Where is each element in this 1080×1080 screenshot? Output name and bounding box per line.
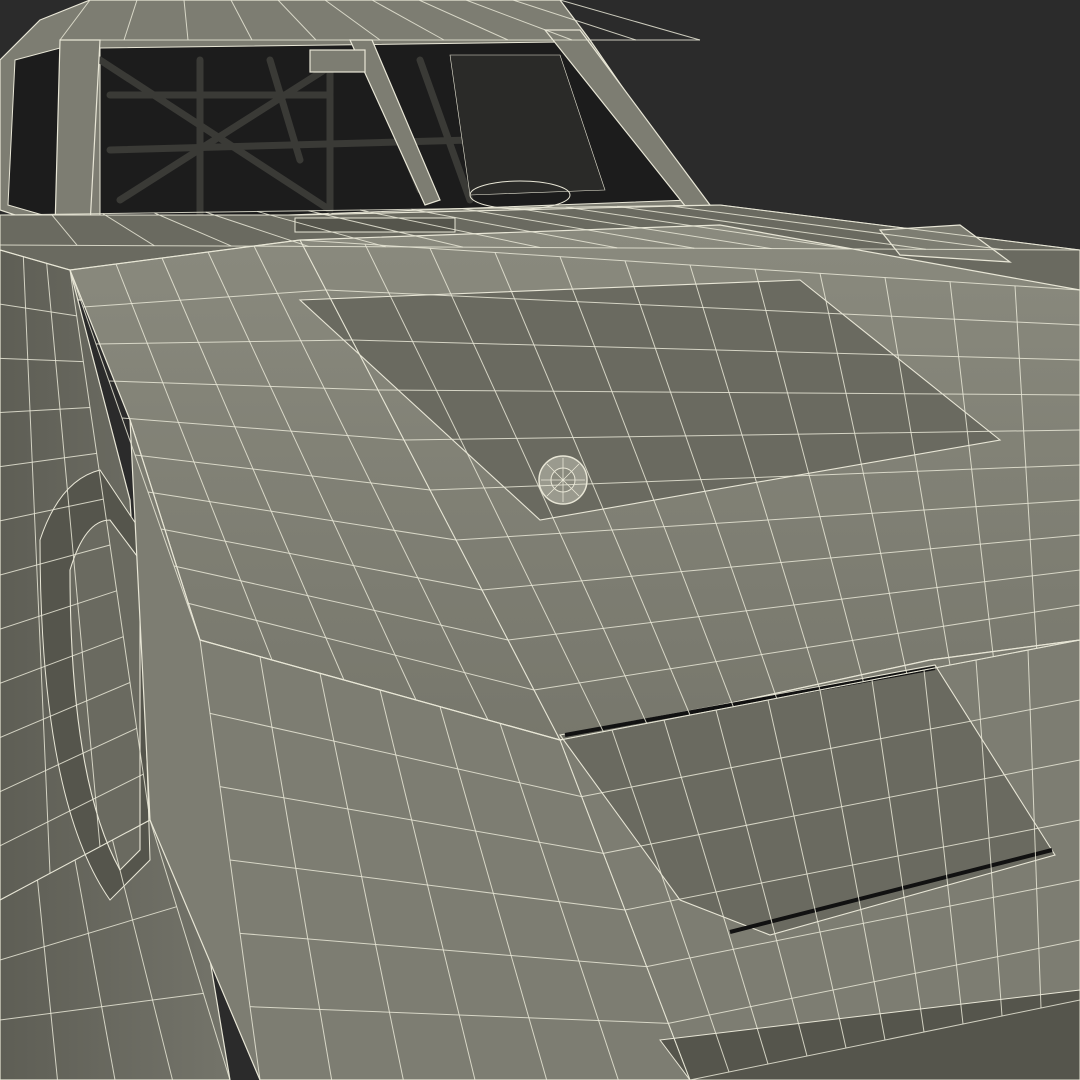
render-viewport xyxy=(0,0,1080,1080)
side-window-glass xyxy=(7,47,61,221)
wireframe-car-render xyxy=(0,0,1080,1080)
hood-emblem-icon xyxy=(538,455,588,505)
rearview-mirror xyxy=(309,49,366,73)
